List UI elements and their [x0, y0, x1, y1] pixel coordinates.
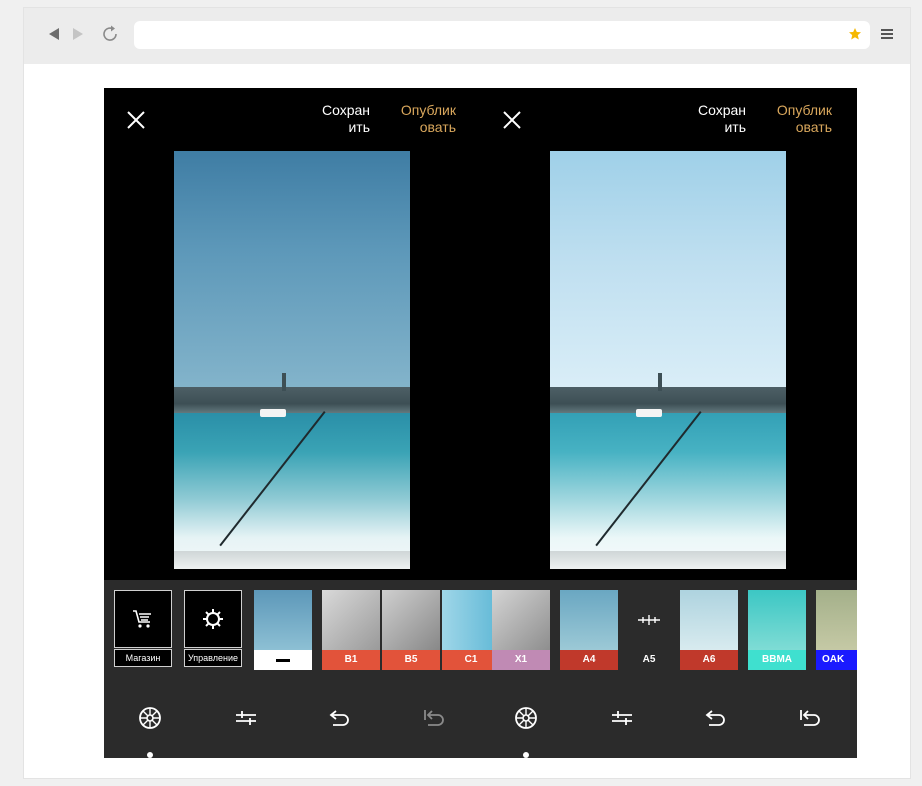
filter-label: B5 [382, 650, 440, 670]
filter-thumb [382, 590, 440, 650]
adjust-sliders-icon[interactable] [234, 706, 258, 730]
address-bar[interactable] [134, 21, 870, 49]
save-label-line2: ить [348, 119, 370, 135]
filters-wheel-icon[interactable] [138, 706, 162, 730]
filter-b1[interactable]: B1 [322, 590, 380, 670]
filter-label: X1 [492, 650, 550, 670]
filter-strip[interactable]: Магазин Управление B1 B5 C1 X1 A4 A5 A6 … [104, 580, 857, 678]
star-icon[interactable] [848, 27, 862, 41]
hamburger-menu-icon[interactable] [880, 27, 894, 41]
photo-skyline [550, 373, 786, 415]
revert-icon[interactable] [798, 706, 822, 730]
reload-icon[interactable] [100, 24, 120, 44]
shop-button[interactable]: Магазин [114, 590, 172, 670]
adjust-strength-icon [638, 615, 660, 625]
save-button[interactable]: Сохран ить [686, 102, 746, 136]
filter-thumb [254, 590, 312, 650]
photo-skyline [174, 373, 410, 415]
publish-button[interactable]: Опублик овать [384, 102, 456, 136]
save-label-line2: ить [724, 119, 746, 135]
filter-bbma[interactable]: BBMA [748, 590, 806, 670]
photo-sky [550, 151, 786, 399]
photo-sky [174, 151, 410, 399]
photo-boat [260, 409, 286, 417]
editor-panel-left: Сохран ить Опублик овать [104, 88, 480, 588]
active-tab-indicator [147, 752, 153, 758]
photo-preview-filtered [550, 151, 786, 569]
filter-thumb [748, 590, 806, 650]
undo-icon[interactable] [328, 706, 352, 730]
filter-label [254, 650, 312, 670]
photo-preview-original [174, 151, 410, 569]
undo-icon[interactable] [704, 706, 728, 730]
manage-label: Управление [184, 649, 242, 667]
filter-x1[interactable]: X1 [492, 590, 550, 670]
filter-label: A5 [642, 654, 656, 665]
filter-thumb [492, 590, 550, 650]
save-label-line1: Сохран [321, 102, 370, 118]
browser-window: Сохран ить Опублик овать Сохран ить Опуб… [24, 8, 910, 778]
filter-a6[interactable]: A6 [680, 590, 738, 670]
filter-label: A4 [560, 650, 618, 670]
photo-deck [174, 551, 410, 569]
photo-editor-app: Сохран ить Опублик овать Сохран ить Опуб… [104, 88, 857, 758]
filter-oak[interactable]: OAK [816, 590, 857, 670]
photo-boat [636, 409, 662, 417]
filter-label: OAK [816, 650, 857, 670]
manage-button[interactable]: Управление [184, 590, 242, 670]
forward-arrow-icon[interactable] [70, 26, 86, 42]
filter-a4[interactable]: A4 [560, 590, 618, 670]
bottom-toolbar [104, 678, 857, 758]
filters-wheel-icon[interactable] [514, 706, 538, 730]
filter-thumb [560, 590, 618, 650]
adjust-sliders-icon[interactable] [610, 706, 634, 730]
filter-label: A6 [680, 650, 738, 670]
filter-thumb [322, 590, 380, 650]
publish-label-line2: овать [795, 119, 832, 135]
close-icon[interactable] [126, 110, 146, 130]
save-button[interactable]: Сохран ить [310, 102, 370, 136]
cart-icon [114, 590, 172, 648]
filter-label: BBMA [748, 650, 806, 670]
editor-panel-right: Сохран ить Опублик овать [480, 88, 856, 588]
photo-deck [550, 551, 786, 569]
shop-label: Магазин [114, 649, 172, 667]
save-label-line1: Сохран [697, 102, 746, 118]
revert-icon[interactable] [422, 706, 446, 730]
filter-thumb [816, 590, 857, 650]
back-arrow-icon[interactable] [46, 26, 62, 42]
photo-sea [550, 413, 786, 569]
close-icon[interactable] [502, 110, 522, 130]
publish-label-line1: Опублик [776, 102, 832, 118]
filter-label: B1 [322, 650, 380, 670]
filter-original[interactable] [254, 590, 312, 670]
filter-thumb [680, 590, 738, 650]
gear-icon [184, 590, 242, 648]
publish-label-line1: Опублик [400, 102, 456, 118]
active-tab-indicator [523, 752, 529, 758]
publish-button[interactable]: Опублик овать [760, 102, 832, 136]
browser-toolbar [24, 8, 910, 64]
filter-b5[interactable]: B5 [382, 590, 440, 670]
publish-label-line2: овать [419, 119, 456, 135]
photo-sea [174, 413, 410, 569]
filter-a5[interactable]: A5 [620, 590, 678, 670]
